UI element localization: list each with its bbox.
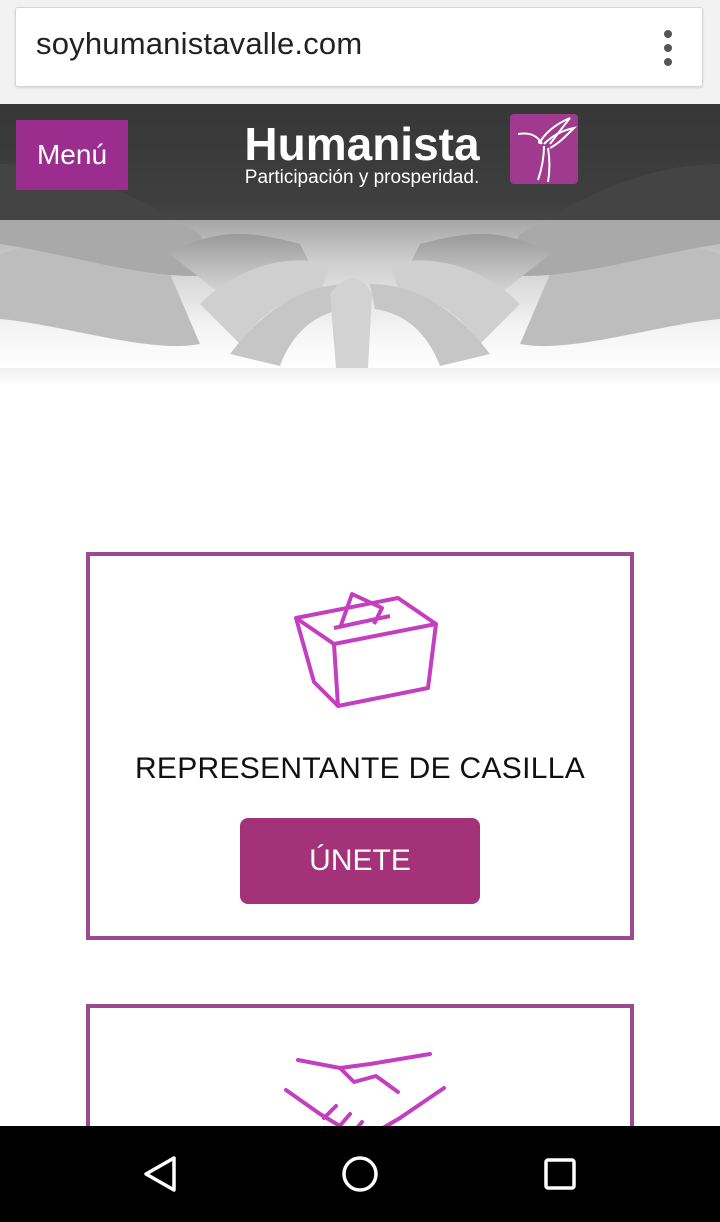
brand-title: Humanista [244,118,480,170]
ballot-box-icon [294,592,438,708]
android-nav-bar [0,1126,720,1222]
site-navbar: Menú Humanista Participación y prosperid… [0,104,720,220]
card-title: REPRESENTANTE DE CASILLA [134,752,586,785]
overflow-menu-icon[interactable] [662,30,672,66]
address-bar[interactable]: soyhumanistavalle.com [15,7,703,87]
handshake-icon [284,1052,446,1136]
hero-banner: Menú Humanista Participación y prosperid… [0,104,720,368]
site-brand[interactable]: Humanista Participación y prosperidad. [232,118,492,188]
volunteer-card-casilla: REPRESENTANTE DE CASILLA ÚNETE [86,552,634,940]
brand-tagline: Participación y prosperidad. [244,167,480,188]
join-button[interactable]: ÚNETE [240,818,480,904]
hero-shadow [0,368,720,386]
url-text[interactable]: soyhumanistavalle.com [36,26,362,62]
browser-chrome: soyhumanistavalle.com [0,0,720,104]
hummingbird-logo-icon[interactable] [510,114,578,184]
home-circle-icon[interactable] [338,1152,382,1196]
recents-square-icon[interactable] [538,1152,582,1196]
back-triangle-icon[interactable] [138,1152,182,1196]
menu-button[interactable]: Menú [16,120,128,190]
